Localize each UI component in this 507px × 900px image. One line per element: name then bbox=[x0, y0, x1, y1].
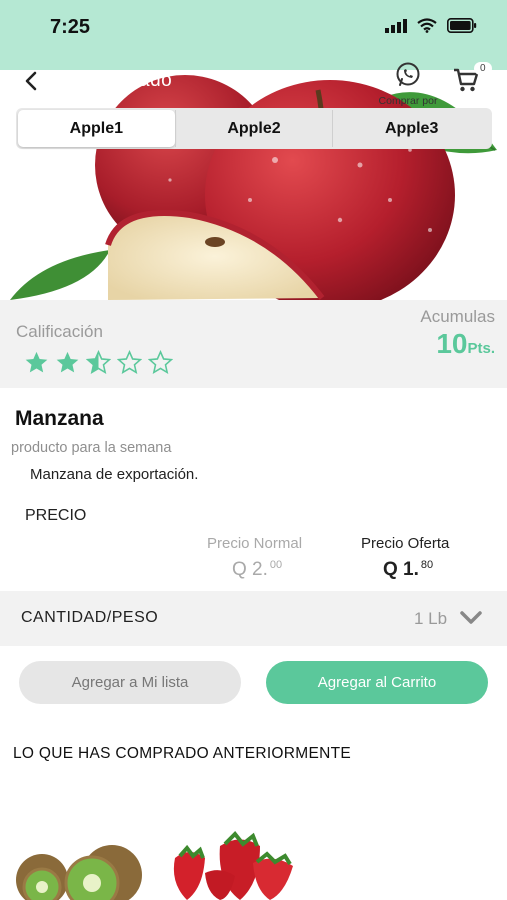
whatsapp-order-button[interactable]: Comprar por bbox=[372, 61, 444, 107]
rating-stars[interactable] bbox=[24, 350, 173, 375]
points-number: 10 bbox=[436, 328, 468, 359]
signal-icon bbox=[385, 18, 407, 33]
normal-price-cents: 00 bbox=[269, 559, 283, 571]
page-title: Mi mercado bbox=[68, 70, 173, 91]
star-empty-icon bbox=[148, 350, 173, 374]
star-full-icon bbox=[25, 351, 48, 373]
product-name: Manzana bbox=[15, 407, 104, 430]
product-subtitle: producto para la semana bbox=[11, 440, 172, 456]
points-value: 10Pts. bbox=[436, 328, 495, 360]
price-section-label: PRECIO bbox=[25, 507, 87, 524]
whatsapp-icon bbox=[396, 62, 420, 86]
offer-price-main: Q 1. bbox=[383, 559, 419, 580]
cart-count-badge: 0 bbox=[474, 62, 492, 75]
offer-price-label: Precio Oferta bbox=[361, 535, 450, 552]
whatsapp-label: Comprar por bbox=[378, 95, 438, 107]
rating-label: Calificación bbox=[16, 322, 103, 341]
back-icon[interactable] bbox=[18, 67, 46, 95]
offer-price: Q 1. 80 bbox=[383, 559, 433, 581]
tab-apple2[interactable]: Apple2 bbox=[174, 110, 333, 147]
battery-icon bbox=[447, 18, 477, 33]
tab-apple3[interactable]: Apple3 bbox=[332, 110, 490, 147]
kiwi-image[interactable] bbox=[12, 835, 142, 900]
quantity-selector[interactable]: CANTIDAD/PESO 1 Lb bbox=[0, 591, 507, 646]
normal-price: Q 2. 00 bbox=[232, 559, 282, 581]
points-label: Acumulas bbox=[420, 307, 495, 326]
points-unit: Pts. bbox=[467, 340, 495, 357]
star-half-icon bbox=[86, 350, 111, 374]
status-time: 7:25 bbox=[50, 16, 91, 38]
strawberry-image[interactable] bbox=[165, 828, 305, 900]
status-icons bbox=[385, 18, 477, 33]
star-empty-icon bbox=[117, 350, 142, 374]
rating-section: Calificación Acumulas 10Pts. bbox=[0, 300, 507, 388]
add-to-cart-button[interactable]: Agregar al Carrito bbox=[266, 661, 488, 704]
star-full-icon bbox=[56, 351, 79, 373]
tab-apple1[interactable]: Apple1 bbox=[18, 110, 175, 147]
wifi-icon bbox=[417, 18, 437, 33]
variant-tabs: Apple1 Apple2 Apple3 bbox=[16, 108, 492, 149]
normal-price-main: Q 2. bbox=[232, 559, 268, 580]
purchase-history-title: LO QUE HAS COMPRADO ANTERIORMENTE bbox=[13, 745, 352, 762]
add-to-list-button[interactable]: Agregar a Mi lista bbox=[19, 661, 241, 704]
quantity-label: CANTIDAD/PESO bbox=[21, 609, 159, 626]
offer-price-cents: 80 bbox=[420, 559, 434, 571]
product-description: Manzana de exportación. bbox=[30, 466, 199, 483]
status-bar: 7:25 bbox=[0, 0, 507, 55]
normal-price-label: Precio Normal bbox=[207, 535, 303, 552]
quantity-value: 1 Lb bbox=[414, 609, 448, 628]
chevron-down-icon[interactable] bbox=[459, 607, 483, 629]
